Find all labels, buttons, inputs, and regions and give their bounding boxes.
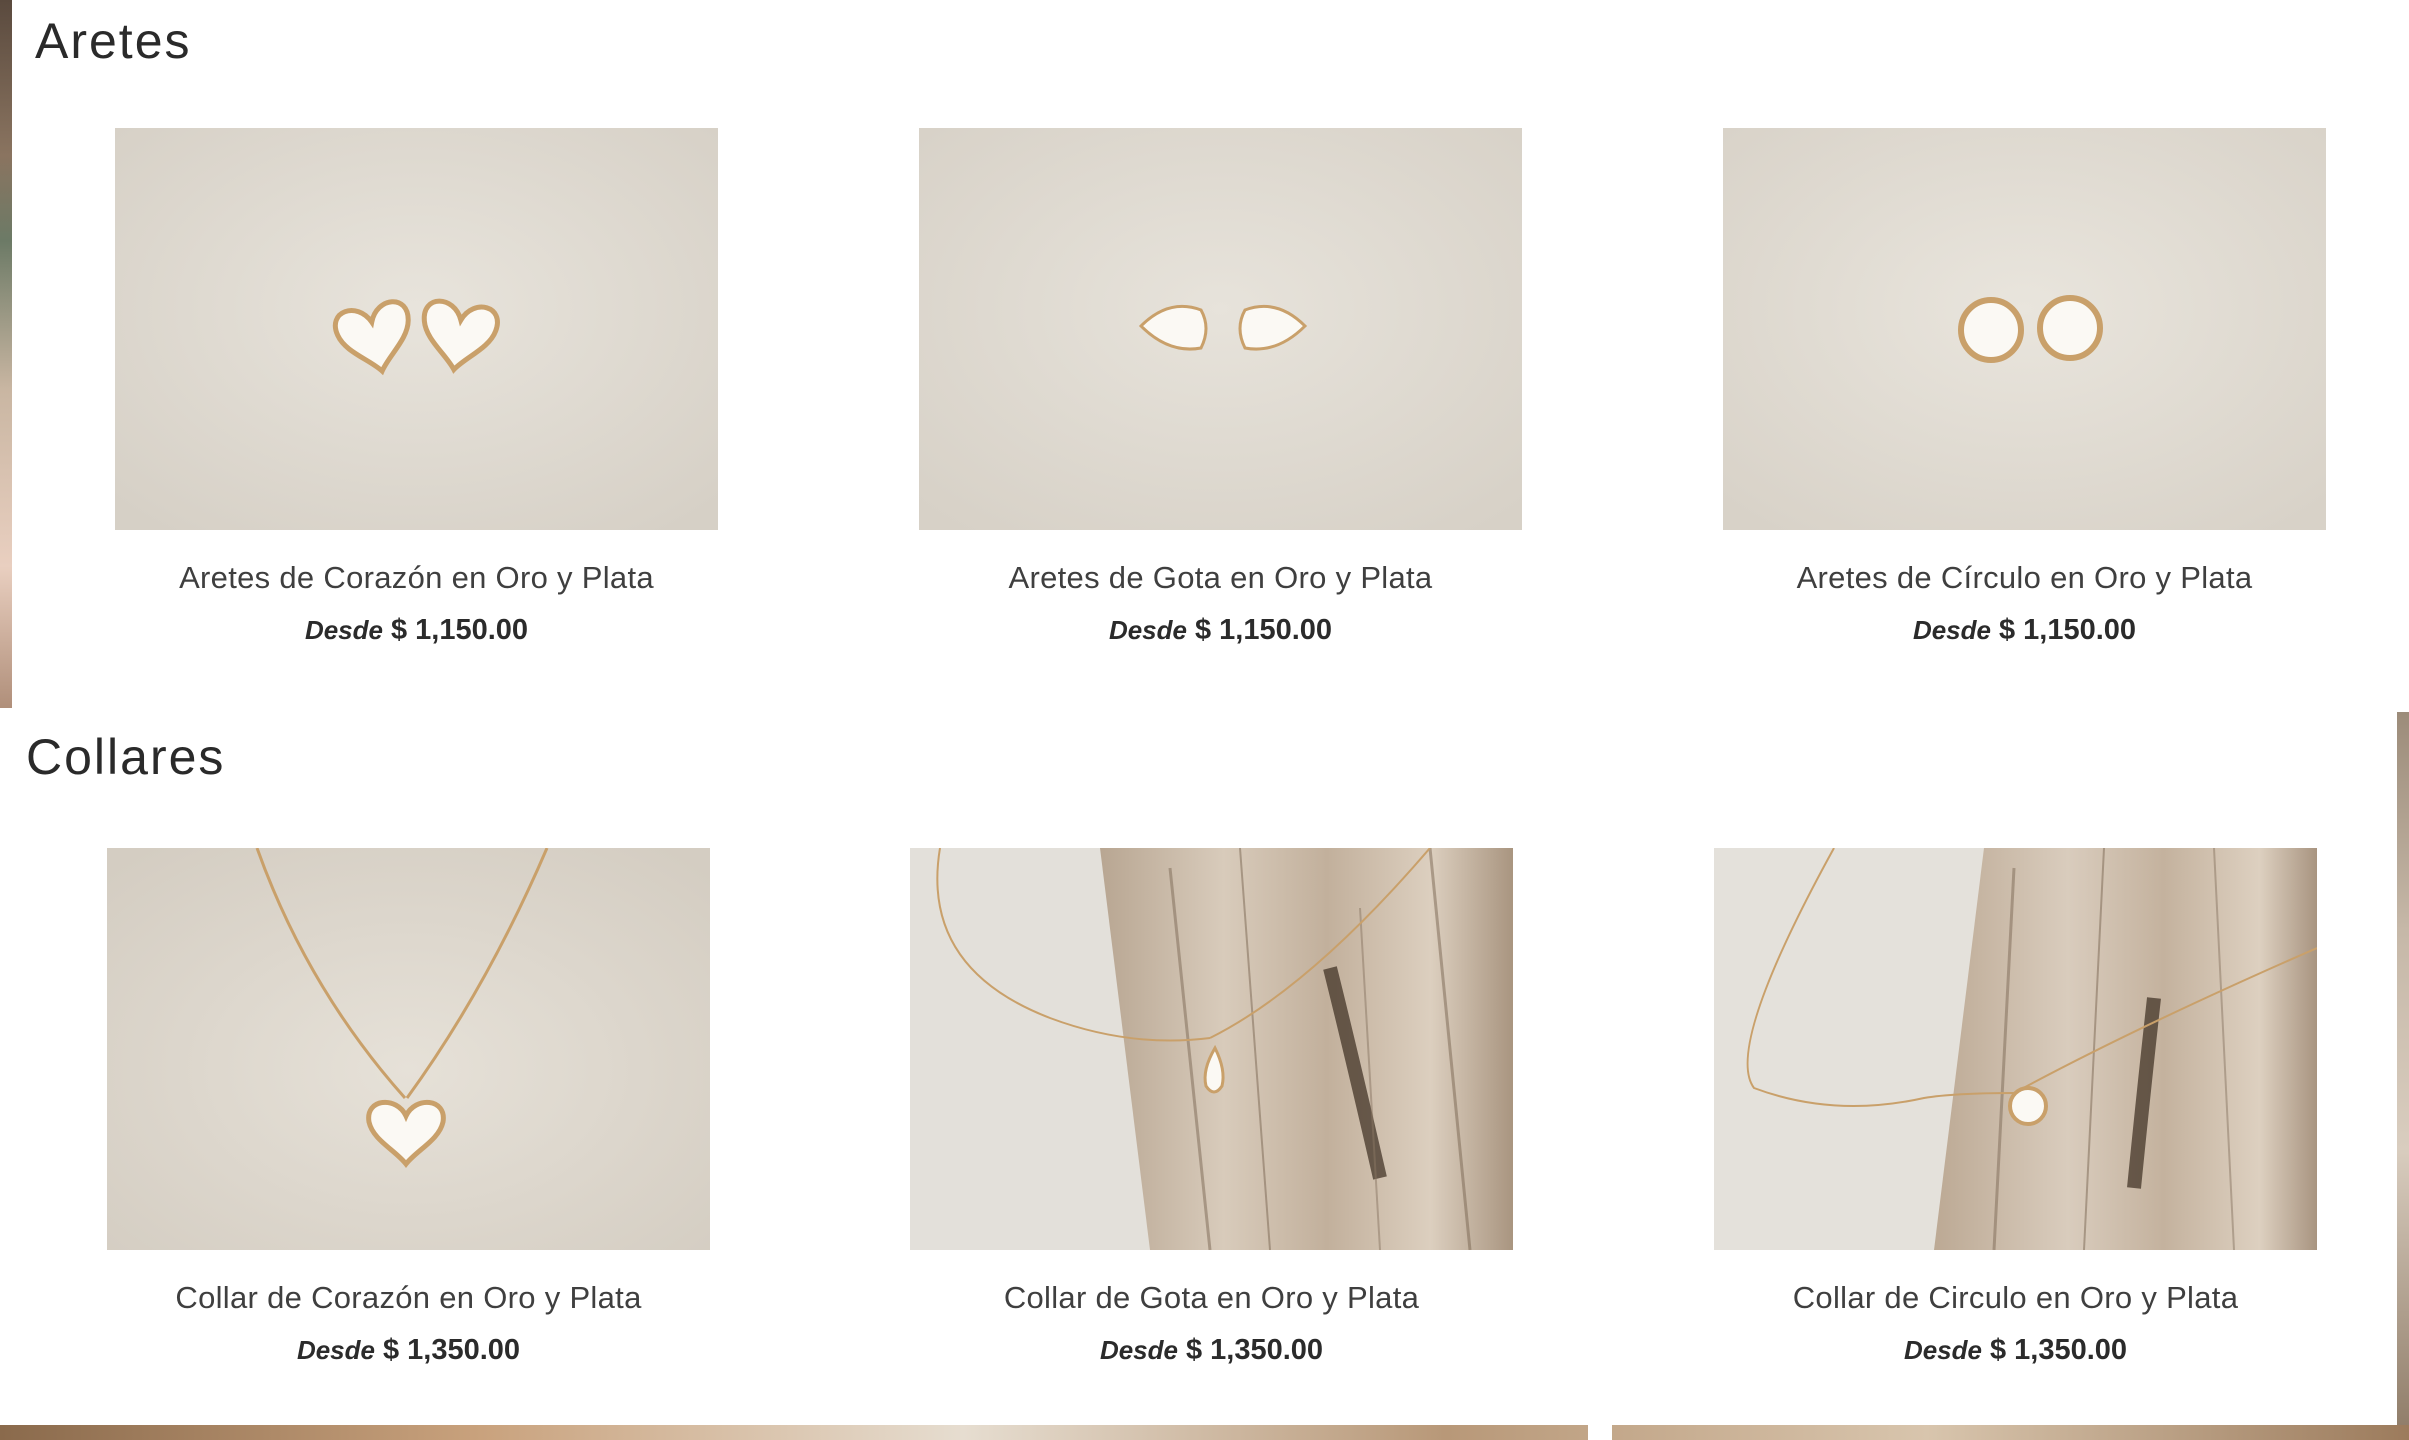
price-value: $ 1,150.00 [390,614,529,646]
product-name[interactable]: Collar de Gota en Oro y Plata [910,1280,1513,1316]
price-from-label: Desde [1903,1335,1982,1365]
background-photo-edge [2397,712,2409,1440]
drop-earrings-photo[interactable] [919,128,1522,530]
price-from-label: Desde [1108,615,1187,645]
heart-earrings-photo[interactable] [115,128,718,530]
circle-necklace-photo[interactable] [1714,848,2317,1250]
product-card[interactable]: Aretes de Gota en Oro y Plata Desde $ 1,1… [919,128,1522,647]
price-value: $ 1,350.00 [1989,1334,2128,1366]
product-price: Desde $ 1,350.00 [107,1334,710,1367]
section-title: Collares [26,729,226,785]
price-from-label: Desde [1099,1335,1178,1365]
divider [1588,1425,1612,1440]
product-price: Desde $ 1,150.00 [919,614,1522,647]
product-name[interactable]: Collar de Circulo en Oro y Plata [1714,1280,2317,1316]
product-name[interactable]: Aretes de Gota en Oro y Plata [919,560,1522,596]
circle-earrings-photo[interactable] [1723,128,2326,530]
product-card[interactable]: Aretes de Corazón en Oro y Plata Desde $ … [115,128,718,647]
product-card[interactable]: Collar de Gota en Oro y Plata Desde $ 1,3… [910,848,1513,1367]
section-aretes: Aretes Aretes de Corazón en Oro y Plata [12,0,2397,708]
background-photo-strip [0,1425,2409,1440]
product-card[interactable]: Collar de Corazón en Oro y Plata Desde $ … [107,848,710,1367]
heart-necklace-photo[interactable] [107,848,710,1250]
price-value: $ 1,150.00 [1998,614,2137,646]
price-value: $ 1,350.00 [1185,1334,1324,1366]
section-title: Aretes [35,13,192,69]
price-from-label: Desde [296,1335,375,1365]
product-price: Desde $ 1,150.00 [1723,614,2326,647]
product-price: Desde $ 1,350.00 [910,1334,1513,1367]
drop-necklace-photo[interactable] [910,848,1513,1250]
background-photo-edge [0,0,12,708]
section-collares: Collares Collar de Corazón en Oro y Plat… [0,712,2397,1425]
price-value: $ 1,350.00 [382,1334,521,1366]
price-from-label: Desde [1912,615,1991,645]
product-name[interactable]: Aretes de Corazón en Oro y Plata [115,560,718,596]
product-price: Desde $ 1,350.00 [1714,1334,2317,1367]
price-from-label: Desde [304,615,383,645]
product-price: Desde $ 1,150.00 [115,614,718,647]
product-name[interactable]: Collar de Corazón en Oro y Plata [107,1280,710,1316]
price-value: $ 1,150.00 [1194,614,1333,646]
product-card[interactable]: Collar de Circulo en Oro y Plata Desde $ … [1714,848,2317,1367]
product-card[interactable]: Aretes de Círculo en Oro y Plata Desde $ … [1723,128,2326,647]
product-name[interactable]: Aretes de Círculo en Oro y Plata [1723,560,2326,596]
